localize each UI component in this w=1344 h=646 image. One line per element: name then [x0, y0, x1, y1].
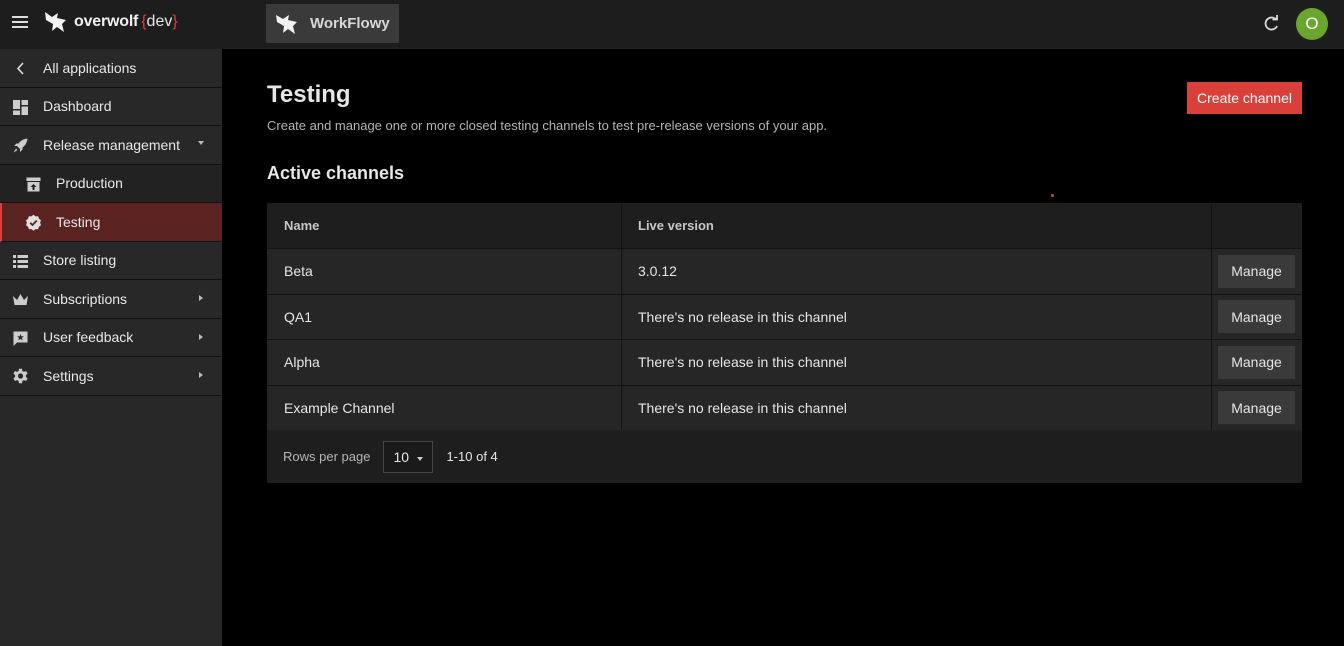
column-header-name[interactable]: Name	[267, 203, 622, 248]
sidebar-item-all-applications[interactable]: All applications	[0, 49, 222, 88]
column-header-actions	[1212, 203, 1302, 248]
feedback-icon	[13, 331, 28, 346]
sidebar-item-dashboard[interactable]: Dashboard	[0, 88, 222, 126]
archive-upload-icon	[26, 177, 41, 191]
manage-button[interactable]: Manage	[1218, 391, 1295, 425]
channel-name: Alpha	[267, 340, 622, 385]
main-content: Testing Create and manage one or more cl…	[222, 49, 1344, 646]
app-name: WorkFlowy	[310, 15, 390, 32]
chevron-down-icon	[198, 141, 204, 145]
table-row: QA1 There's no release in this channel M…	[267, 293, 1302, 339]
manage-button[interactable]: Manage	[1218, 254, 1295, 288]
table-header: Name Live version	[267, 203, 1302, 248]
page-description: Create and manage one or more closed tes…	[267, 118, 828, 133]
channel-name: Example Channel	[267, 385, 622, 430]
chevron-right-icon	[199, 372, 203, 378]
dashboard-icon	[13, 99, 28, 115]
crown-icon	[13, 294, 28, 305]
refresh-icon[interactable]	[1262, 15, 1280, 33]
rows-per-page-select[interactable]: 10	[383, 440, 434, 473]
logo-text: overwolf	[74, 13, 139, 30]
sidebar-item-label: Release management	[43, 136, 180, 153]
channel-name: QA1	[267, 294, 622, 339]
sidebar-item-label: Dashboard	[43, 98, 112, 115]
sidebar-item-user-feedback[interactable]: User feedback	[0, 319, 222, 357]
channel-live-version: There's no release in this channel	[622, 340, 1212, 385]
check-badge-icon	[26, 214, 41, 231]
rows-per-page-label: Rows per page	[283, 449, 371, 464]
chevron-right-icon	[199, 333, 203, 340]
manage-button[interactable]: Manage	[1218, 345, 1295, 379]
table-row: Example Channel There's no release in th…	[267, 384, 1302, 430]
channels-table: Name Live version Beta 3.0.12 Manage QA1…	[267, 203, 1302, 483]
overwolf-logo[interactable]: overwolf {dev}	[42, 7, 178, 37]
sidebar-item-subscriptions[interactable]: Subscriptions	[0, 280, 222, 319]
table-pagination: Rows per page 10 1-10 of 4	[267, 430, 1302, 483]
sidebar: All applications Dashboard Release manag…	[0, 49, 222, 646]
channel-live-version: There's no release in this channel	[622, 294, 1212, 339]
sidebar-item-label: Settings	[43, 367, 94, 384]
pagination-range: 1-10 of 4	[446, 449, 498, 464]
caret-down-icon	[417, 456, 424, 461]
sidebar-item-testing[interactable]: Testing	[0, 203, 222, 242]
page-title: Testing	[267, 81, 351, 108]
decorative-dot	[1051, 194, 1054, 197]
manage-button[interactable]: Manage	[1218, 300, 1295, 334]
sidebar-item-settings[interactable]: Settings	[0, 357, 222, 396]
hamburger-menu-icon[interactable]	[12, 16, 28, 30]
sidebar-item-label: Subscriptions	[43, 290, 128, 307]
sidebar-item-label: User feedback	[43, 329, 134, 346]
sidebar-item-label: Store listing	[43, 252, 117, 269]
channel-name: Beta	[267, 249, 622, 294]
wolf-logo-icon	[45, 12, 66, 32]
column-header-live-version[interactable]: Live version	[622, 203, 1212, 248]
sidebar-item-release-management[interactable]: Release management	[0, 126, 222, 165]
list-icon	[13, 254, 28, 268]
chevron-right-icon	[199, 295, 203, 301]
gear-icon	[13, 368, 28, 384]
sidebar-item-label: Production	[56, 175, 123, 192]
sidebar-item-label: Testing	[56, 213, 101, 230]
logo-dev-tag: {dev}	[141, 13, 178, 30]
rows-per-page-value: 10	[393, 448, 410, 465]
rocket-icon	[13, 138, 28, 153]
app-wolf-icon	[276, 14, 297, 34]
sidebar-item-label: All applications	[43, 59, 137, 76]
user-avatar[interactable]: O	[1296, 8, 1328, 40]
channel-live-version: There's no release in this channel	[622, 385, 1212, 430]
channel-live-version: 3.0.12	[622, 249, 1212, 294]
table-row: Beta 3.0.12 Manage	[267, 248, 1302, 294]
chevron-left-icon	[16, 62, 24, 75]
top-bar: overwolf {dev} WorkFlowy O	[0, 0, 1344, 49]
create-channel-button[interactable]: Create channel	[1187, 82, 1302, 114]
sidebar-item-store-listing[interactable]: Store listing	[0, 242, 222, 280]
section-title: Active channels	[267, 163, 405, 183]
table-row: Alpha There's no release in this channel…	[267, 339, 1302, 385]
app-selector[interactable]: WorkFlowy	[266, 4, 399, 43]
sidebar-item-production[interactable]: Production	[0, 164, 222, 203]
